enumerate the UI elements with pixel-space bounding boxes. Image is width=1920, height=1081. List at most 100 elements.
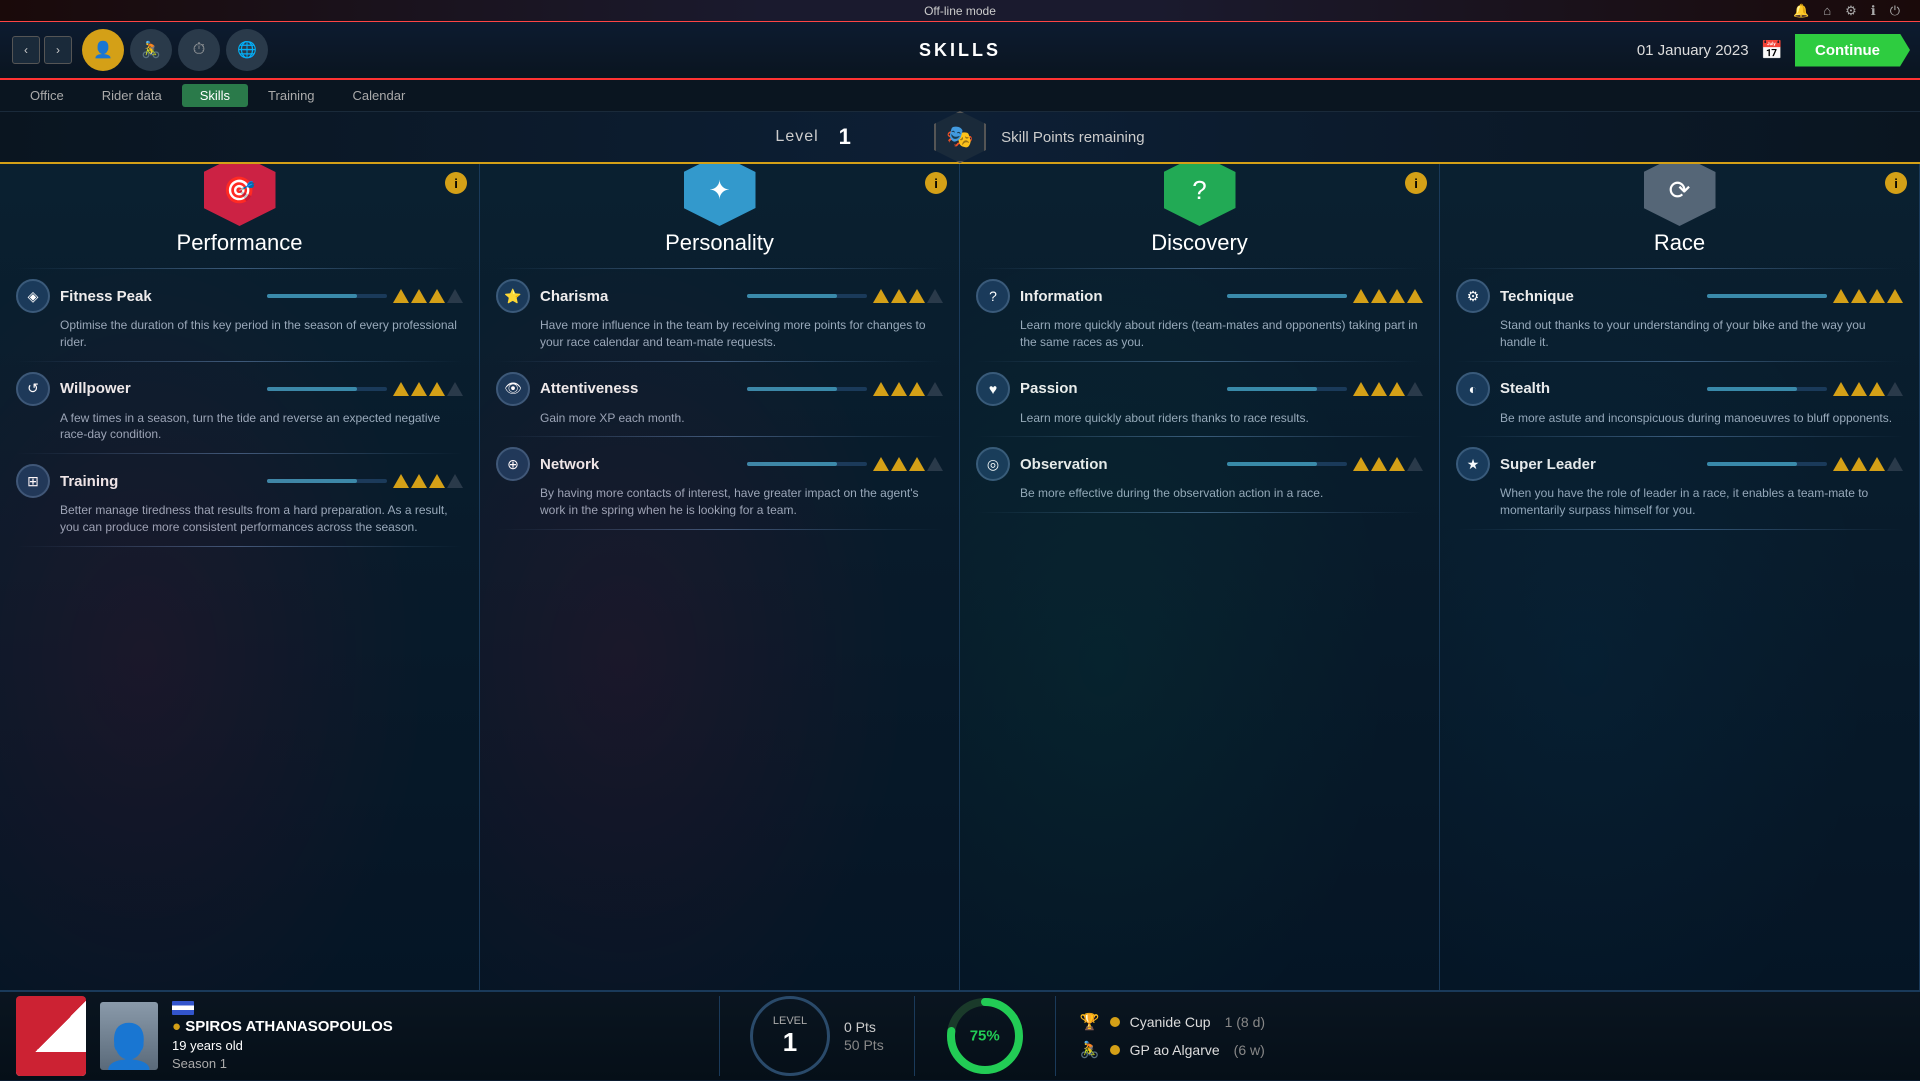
personality-info-btn[interactable]: i	[925, 172, 947, 194]
nav-right: 01 January 2023 📅 Continue	[1637, 34, 1910, 67]
tri4	[447, 289, 463, 303]
skill-points-label: Skill Points remaining	[1001, 129, 1144, 146]
divider	[16, 453, 463, 454]
info-icon[interactable]: ℹ	[1871, 3, 1876, 19]
calendar-icon[interactable]: 📅	[1761, 40, 1783, 61]
tri1	[873, 289, 889, 303]
card-race-header: ⟳ Race i	[1440, 164, 1919, 256]
rider-season: Season 1	[172, 1056, 393, 1071]
information-desc: Learn more quickly about riders (team-ma…	[976, 317, 1423, 351]
rider-badge: 🎭	[934, 111, 986, 163]
skill-charisma: ⭐ Charisma Have more influence in the te…	[480, 273, 959, 357]
nav-team-icon[interactable]: 🚴	[130, 29, 172, 71]
skill-fitness-peak: ◈ Fitness Peak Optimise the duration of …	[0, 273, 479, 357]
stealth-name: Stealth	[1500, 380, 1697, 397]
tri1	[1833, 289, 1849, 303]
information-name: Information	[1020, 288, 1217, 305]
super-leader-name: Super Leader	[1500, 456, 1697, 473]
discovery-hexagon: ?	[1164, 164, 1236, 226]
tri3	[1389, 382, 1405, 396]
rider-silhouette: 👤	[102, 1026, 157, 1070]
technique-name: Technique	[1500, 288, 1697, 305]
gear-icon[interactable]: ⚙	[1845, 3, 1857, 19]
fitness-peak-icon: ◈	[16, 279, 50, 313]
offline-mode-label: Off-line mode	[924, 4, 996, 18]
nav-rider-icon[interactable]: 👤	[82, 29, 124, 71]
skill-willpower: ↺ Willpower A few times in a season, tur…	[0, 366, 479, 450]
fitness-peak-bars	[267, 289, 463, 303]
observation-icon: ◎	[976, 447, 1010, 481]
tri1	[1353, 289, 1369, 303]
tab-skills[interactable]: Skills	[182, 84, 248, 107]
divider	[1456, 361, 1903, 362]
tri4	[1887, 382, 1903, 396]
tri3	[1869, 382, 1885, 396]
tri2	[891, 457, 907, 471]
race-cyanide-detail: 1 (8 d)	[1225, 1014, 1265, 1030]
tri1	[1833, 382, 1849, 396]
card-performance: 🎯 Performance i ◈ Fitness Peak O	[0, 164, 480, 990]
tri2	[1851, 457, 1867, 471]
performance-info-btn[interactable]: i	[445, 172, 467, 194]
tri1	[1353, 382, 1369, 396]
nav-arrows: ‹ ›	[12, 36, 72, 64]
training-desc: Better manage tiredness that results fro…	[16, 502, 463, 536]
bell-icon[interactable]: 🔔	[1793, 3, 1809, 19]
tri4	[927, 457, 943, 471]
divider	[976, 268, 1423, 269]
willpower-desc: A few times in a season, turn the tide a…	[16, 410, 463, 444]
tab-training[interactable]: Training	[250, 84, 332, 107]
tri1	[1353, 457, 1369, 471]
race-algarve-detail: (6 w)	[1234, 1042, 1265, 1058]
power-icon[interactable]: ⏻	[1890, 3, 1900, 19]
progress-section: 75%	[915, 996, 1056, 1076]
training-icon: ⊞	[16, 464, 50, 498]
skill-passion: ♥ Passion Learn more quickly about rider…	[960, 366, 1439, 433]
performance-title: Performance	[177, 230, 303, 256]
rider-age: 19 years old	[172, 1038, 393, 1053]
attentiveness-icon: 👁	[496, 372, 530, 406]
race-dot-yellow2	[1110, 1045, 1120, 1055]
nav-back-button[interactable]: ‹	[12, 36, 40, 64]
skills-header: Level 1 0 Skill Points remaining 🎭	[0, 112, 1920, 164]
tri1	[393, 289, 409, 303]
rider-photo: 👤	[100, 1002, 158, 1070]
race-item-algarve: 🚴 GP ao Algarve (6 w)	[1080, 1040, 1896, 1060]
nav-forward-button[interactable]: ›	[44, 36, 72, 64]
race-dot-yellow	[1110, 1017, 1120, 1027]
level-value: 1	[839, 124, 851, 150]
passion-desc: Learn more quickly about riders thanks t…	[976, 410, 1423, 427]
divider	[16, 546, 463, 547]
charisma-icon: ⭐	[496, 279, 530, 313]
tri2	[411, 382, 427, 396]
race-title: Race	[1654, 230, 1705, 256]
rider-name-text: SPIROS ATHANASOPOULOS	[185, 1018, 393, 1035]
training-bars	[267, 474, 463, 488]
continue-button[interactable]: Continue	[1795, 34, 1910, 67]
divider	[976, 436, 1423, 437]
race-info-btn[interactable]: i	[1885, 172, 1907, 194]
charisma-desc: Have more influence in the team by recei…	[496, 317, 943, 351]
nav-clock-icon[interactable]: ⏱	[178, 29, 220, 71]
tab-calendar[interactable]: Calendar	[335, 84, 424, 107]
tri1	[1833, 457, 1849, 471]
nav-bar: ‹ › 👤 🚴 ⏱ 🌐 SKILLS 01 January 2023 📅 Con…	[0, 22, 1920, 80]
tab-rider-data[interactable]: Rider data	[84, 84, 180, 107]
discovery-title: Discovery	[1151, 230, 1248, 256]
tri4	[1407, 382, 1423, 396]
skill-observation: ◎ Observation Be more effective during t…	[960, 441, 1439, 508]
tri2	[1371, 289, 1387, 303]
fitness-peak-name: Fitness Peak	[60, 288, 257, 305]
tri2	[891, 289, 907, 303]
nav-globe-icon[interactable]: 🌐	[226, 29, 268, 71]
level-circle: Level 1	[750, 996, 830, 1076]
discovery-info-btn[interactable]: i	[1405, 172, 1427, 194]
tab-office[interactable]: Office	[12, 84, 82, 107]
skill-stealth: ◐ Stealth Be more astute and inconspicuo…	[1440, 366, 1919, 433]
willpower-icon: ↺	[16, 372, 50, 406]
skill-super-leader: ★ Super Leader When you have the role of…	[1440, 441, 1919, 525]
rider-name-dot: ●	[172, 1018, 185, 1035]
performance-hexagon: 🎯	[204, 164, 276, 226]
tri3	[429, 382, 445, 396]
home-icon[interactable]: ⌂	[1823, 3, 1831, 18]
